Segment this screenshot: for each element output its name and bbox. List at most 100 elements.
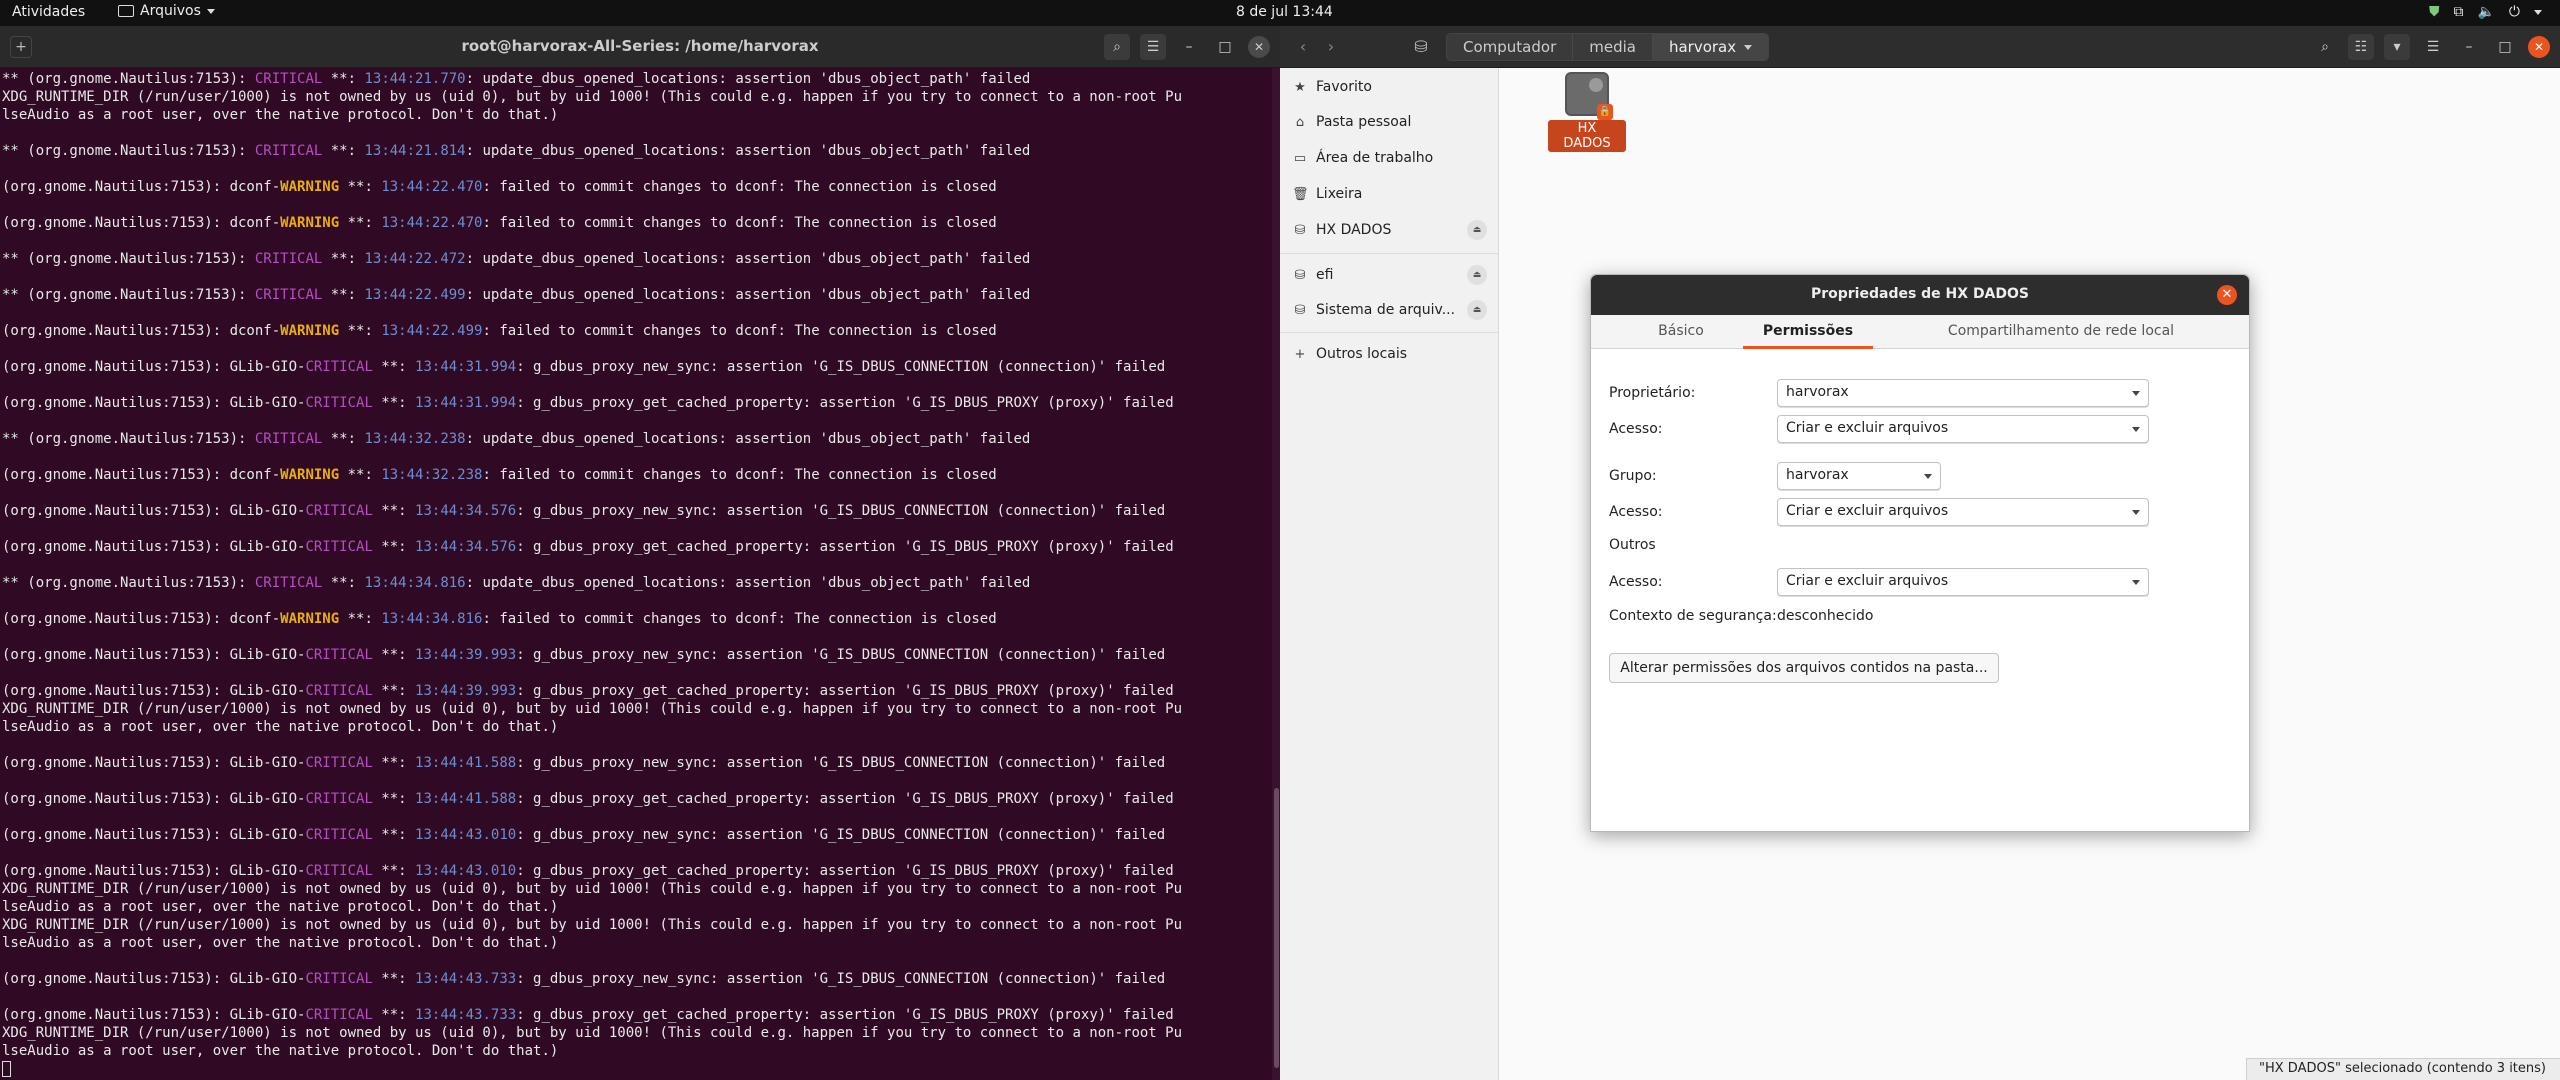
forward-icon[interactable]: › xyxy=(1318,35,1344,59)
terminal-line: (org.gnome.Nautilus:7153): dconf-WARNING… xyxy=(2,467,997,483)
search-icon[interactable]: ⌕ xyxy=(1104,34,1130,60)
breadcrumb-media[interactable]: media xyxy=(1573,34,1653,60)
sidebar-item-hx-dados[interactable]: ⛁ HX DADOS ⏏ xyxy=(1280,213,1499,247)
terminal-line: ** (org.gnome.Nautilus:7153): CRITICAL *… xyxy=(2,143,1031,159)
terminal-line: (org.gnome.Nautilus:7153): GLib-GIO-CRIT… xyxy=(2,971,1166,987)
power-icon[interactable]: ⏻ xyxy=(2509,4,2520,20)
terminal-title: root@harvorax-All-Series: /home/harvorax xyxy=(461,37,819,55)
terminal-line: lseAudio as a root user, over the native… xyxy=(2,107,559,123)
breadcrumb-computador[interactable]: Computador xyxy=(1447,34,1574,60)
network-icon[interactable]: ⧉ xyxy=(2453,4,2463,20)
eject-icon[interactable]: ⏏ xyxy=(1467,300,1487,320)
activities-button[interactable]: Atividades xyxy=(12,4,85,20)
star-icon: ★ xyxy=(1294,79,1306,95)
close-icon[interactable]: ✕ xyxy=(2217,285,2237,305)
folder-icon xyxy=(118,5,134,17)
close-icon[interactable]: ✕ xyxy=(2528,36,2550,58)
sidebar-divider xyxy=(1280,332,1499,333)
terminal-output[interactable]: ** (org.gnome.Nautilus:7153): CRITICAL *… xyxy=(0,68,1268,1080)
terminal-prompt[interactable] xyxy=(2,1060,1268,1078)
search-icon[interactable]: ⌕ xyxy=(2312,34,2338,60)
terminal-line: (org.gnome.Nautilus:7153): GLib-GIO-CRIT… xyxy=(2,863,1174,879)
security-context-label: Contexto de segurança: xyxy=(1609,608,1777,624)
shield-icon[interactable]: ⛊ xyxy=(2429,4,2440,20)
terminal-line: XDG_RUNTIME_DIR (/run/user/1000) is not … xyxy=(2,1025,1183,1041)
text-cursor xyxy=(2,1061,11,1077)
app-menu[interactable]: Arquivos xyxy=(118,3,215,19)
minimize-icon[interactable]: – xyxy=(1176,34,1202,60)
menu-icon[interactable]: ☰ xyxy=(1140,34,1166,60)
volume-icon[interactable]: 🔈 xyxy=(2477,4,2494,20)
drive-icon: ⛁ xyxy=(1294,222,1306,238)
back-icon[interactable]: ‹ xyxy=(1290,35,1316,59)
view-options-icon[interactable]: ▾ xyxy=(2384,34,2410,60)
status-bar: "HX DADOS" selecionado (contendo 3 itens… xyxy=(2246,1058,2560,1080)
group-label: Grupo: xyxy=(1609,468,1657,484)
sidebar-item-favorito[interactable]: ★ Favorito xyxy=(1280,70,1499,104)
terminal-line: (org.gnome.Nautilus:7153): GLib-GIO-CRIT… xyxy=(2,791,1174,807)
sidebar-item-sistema[interactable]: ⛁ Sistema de arquiv... ⏏ xyxy=(1280,293,1499,327)
drive-icon: ⛁ xyxy=(1294,267,1306,283)
tab-basico[interactable]: Básico xyxy=(1631,315,1731,349)
chevron-down-icon[interactable] xyxy=(2534,9,2542,15)
file-item-hx-dados[interactable]: 🔒 HX DADOS xyxy=(1548,72,1626,152)
owner-select[interactable]: harvorax xyxy=(1777,379,2149,407)
terminal-line: (org.gnome.Nautilus:7153): dconf-WARNING… xyxy=(2,611,997,627)
terminal-scrollbar[interactable] xyxy=(1272,68,1280,1080)
eject-icon[interactable]: ⏏ xyxy=(1467,220,1487,240)
security-context-value: desconhecido xyxy=(1777,608,1874,624)
maximize-icon[interactable]: □ xyxy=(1212,34,1238,60)
terminal-line: (org.gnome.Nautilus:7153): GLib-GIO-CRIT… xyxy=(2,755,1166,771)
home-icon: ⌂ xyxy=(1295,114,1305,130)
tab-permissoes[interactable]: Permissões xyxy=(1743,315,1873,349)
file-item-label: HX DADOS xyxy=(1548,120,1626,152)
terminal-line: lseAudio as a root user, over the native… xyxy=(2,899,559,915)
eject-icon[interactable]: ⏏ xyxy=(1467,265,1487,285)
breadcrumb-harvorax[interactable]: harvorax xyxy=(1652,34,1769,60)
terminal-line: lseAudio as a root user, over the native… xyxy=(2,935,559,951)
terminal-header: + root@harvorax-All-Series: /home/harvor… xyxy=(0,26,1280,68)
others-access-select[interactable]: Criar e excluir arquivos xyxy=(1777,568,2149,596)
drive-location-icon[interactable]: ⛁ xyxy=(1408,35,1434,59)
drive-icon: 🔒 xyxy=(1565,72,1613,120)
sidebar-item-efi[interactable]: ⛁ efi ⏏ xyxy=(1280,258,1499,292)
clock[interactable]: 8 de jul 13:44 xyxy=(1236,4,1333,20)
terminal-line: (org.gnome.Nautilus:7153): GLib-GIO-CRIT… xyxy=(2,1007,1174,1023)
view-list-icon[interactable]: ☷ xyxy=(2348,34,2374,60)
chevron-down-icon xyxy=(206,8,215,14)
terminal-line: ** (org.gnome.Nautilus:7153): CRITICAL *… xyxy=(2,575,1031,591)
chevron-down-icon xyxy=(2132,427,2140,432)
lock-icon: 🔒 xyxy=(1597,104,1613,120)
sidebar-item-home[interactable]: ⌂ Pasta pessoal xyxy=(1280,105,1499,139)
sidebar: ★ Favorito ⌂ Pasta pessoal ▭ Área de tra… xyxy=(1280,68,1499,1080)
maximize-icon[interactable]: □ xyxy=(2492,34,2518,60)
sidebar-item-desktop[interactable]: ▭ Área de trabalho xyxy=(1280,141,1499,175)
close-icon[interactable]: ✕ xyxy=(1248,36,1270,58)
properties-dialog: Propriedades de HX DADOS ✕ Básico Permis… xyxy=(1590,274,2250,832)
trash-icon: 🗑 xyxy=(1292,186,1309,202)
menu-icon[interactable]: ☰ xyxy=(2420,34,2446,60)
terminal-line: ** (org.gnome.Nautilus:7153): CRITICAL *… xyxy=(2,71,1031,87)
group-select[interactable]: harvorax xyxy=(1777,462,1941,490)
group-access-select[interactable]: Criar e excluir arquivos xyxy=(1777,498,2149,526)
terminal-line: (org.gnome.Nautilus:7153): GLib-GIO-CRIT… xyxy=(2,683,1174,699)
sidebar-item-outros-locais[interactable]: + Outros locais xyxy=(1280,337,1499,371)
scrollbar-thumb[interactable] xyxy=(1274,788,1279,1068)
system-tray[interactable]: ⛊ ⧉ 🔈 ⏻ xyxy=(2429,4,2542,20)
dialog-tabs: Básico Permissões Compartilhamento de re… xyxy=(1591,315,2249,349)
minimize-icon[interactable]: – xyxy=(2456,34,2482,60)
terminal-line: XDG_RUNTIME_DIR (/run/user/1000) is not … xyxy=(2,89,1183,105)
owner-access-select[interactable]: Criar e excluir arquivos xyxy=(1777,415,2149,443)
tab-compartilhamento[interactable]: Compartilhamento de rede local xyxy=(1921,315,2201,349)
file-manager-header: ‹ › ⛁ Computador media harvorax ⌕ ☷ ▾ ☰ … xyxy=(1280,26,2560,68)
sidebar-item-trash[interactable]: 🗑 Lixeira xyxy=(1280,177,1499,211)
change-contained-permissions-button[interactable]: Alterar permissões dos arquivos contidos… xyxy=(1609,653,1999,683)
others-access-label: Acesso: xyxy=(1609,574,1663,590)
